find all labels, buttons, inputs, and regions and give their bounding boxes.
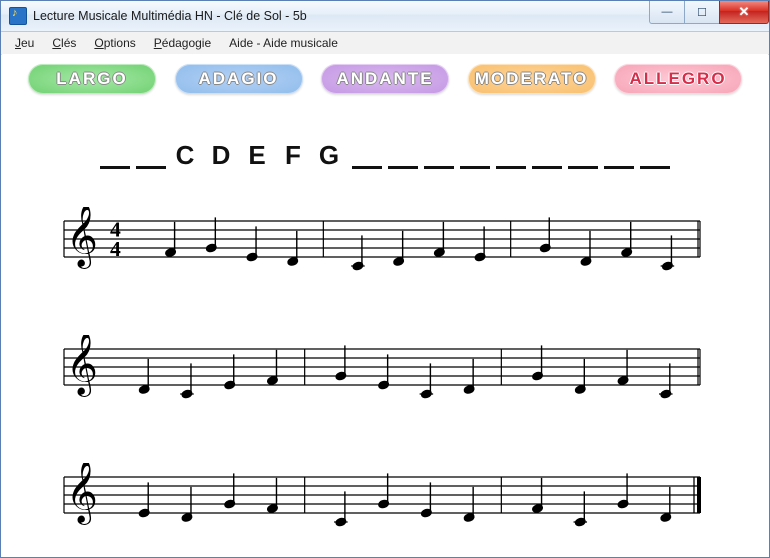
- maximize-icon: ☐: [697, 6, 707, 19]
- menu-jeu[interactable]: JJeueu: [7, 34, 42, 52]
- svg-text:𝄞: 𝄞: [66, 463, 98, 525]
- letter-slot: G: [313, 140, 349, 171]
- staff-row: 𝄞: [62, 463, 702, 533]
- client-area: LARGO ADAGIO ANDANTE MODERATO ALLEGRO XX…: [2, 54, 768, 556]
- letter-slot-blank: X: [637, 140, 673, 171]
- window-title: Lecture Musicale Multimédia HN - Clé de …: [33, 9, 307, 23]
- menu-options[interactable]: OOptionsptions: [86, 34, 143, 52]
- tempo-moderato-button[interactable]: MODERATO: [468, 64, 596, 94]
- letter-slot-blank: X: [421, 140, 457, 171]
- maximize-button[interactable]: ☐: [684, 1, 720, 24]
- letter-slot: F: [277, 140, 313, 171]
- tempo-adagio-button[interactable]: ADAGIO: [175, 64, 303, 94]
- menu-pedagogie[interactable]: PPédagogieédagogie: [146, 34, 219, 52]
- tempo-andante-button[interactable]: ANDANTE: [321, 64, 449, 94]
- letter-slot-blank: X: [493, 140, 529, 171]
- app-window: Lecture Musicale Multimédia HN - Clé de …: [0, 0, 770, 558]
- menu-bar: JJeueu CCléslés OOptionsptions PPédagogi…: [1, 32, 769, 55]
- tempo-allegro-button[interactable]: ALLEGRO: [614, 64, 742, 94]
- letter-slot-blank: X: [97, 140, 133, 171]
- letter-slot-blank: X: [529, 140, 565, 171]
- app-icon: [9, 7, 27, 25]
- staff-row: 𝄞44: [62, 207, 708, 293]
- menu-cles[interactable]: CCléslés: [44, 34, 84, 52]
- staff-row: 𝄞: [62, 335, 702, 405]
- close-button[interactable]: ✕: [719, 1, 769, 24]
- letter-slot-blank: X: [385, 140, 421, 171]
- letter-slot: C: [169, 140, 205, 171]
- staff-row: 𝄞: [62, 335, 708, 421]
- letter-slot-blank: X: [565, 140, 601, 171]
- score-area: 𝄞44𝄞𝄞: [2, 207, 768, 549]
- svg-text:4: 4: [110, 237, 121, 261]
- letter-slot: D: [205, 140, 241, 171]
- svg-text:𝄞: 𝄞: [66, 335, 98, 397]
- minimize-button[interactable]: —: [649, 1, 685, 24]
- letter-slot-blank: X: [349, 140, 385, 171]
- tempo-row: LARGO ADAGIO ANDANTE MODERATO ALLEGRO: [2, 54, 768, 94]
- letter-slot-blank: X: [601, 140, 637, 171]
- letter-slot: E: [241, 140, 277, 171]
- staff-row: 𝄞: [62, 463, 708, 549]
- letter-slot-blank: X: [457, 140, 493, 171]
- title-bar[interactable]: Lecture Musicale Multimédia HN - Clé de …: [1, 1, 769, 32]
- tempo-largo-button[interactable]: LARGO: [28, 64, 156, 94]
- minimize-icon: —: [662, 6, 673, 18]
- staff-row: 𝄞44: [62, 207, 702, 277]
- letter-slot-blank: X: [133, 140, 169, 171]
- svg-text:𝄞: 𝄞: [66, 207, 98, 269]
- close-icon: ✕: [739, 4, 750, 20]
- window-controls: — ☐ ✕: [650, 1, 769, 23]
- note-letters: XXCDEFGXXXXXXXXX: [97, 140, 673, 171]
- note-letters-row: XXCDEFGXXXXXXXXX: [2, 140, 768, 171]
- menu-aide[interactable]: Aide - Aide musicale: [221, 34, 346, 52]
